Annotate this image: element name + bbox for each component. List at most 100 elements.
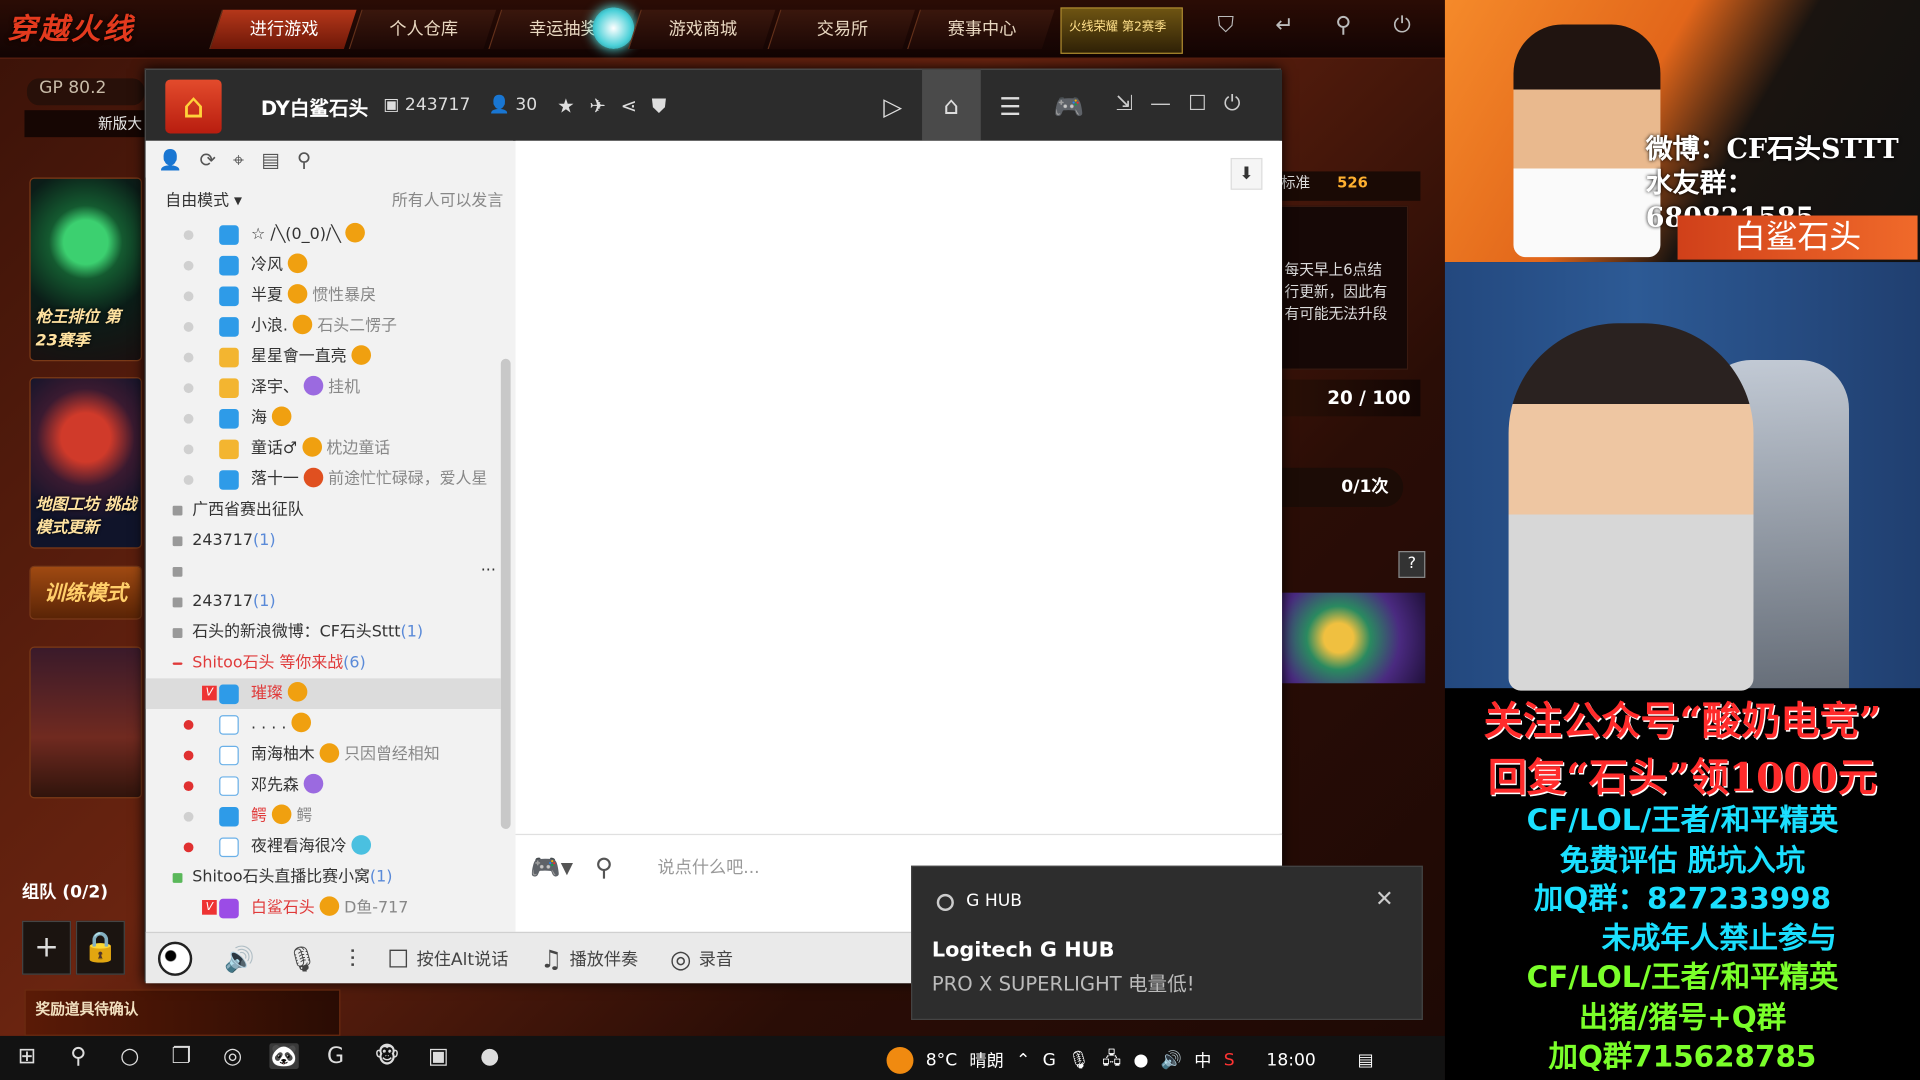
power-icon[interactable]: ⏻	[1224, 92, 1240, 116]
shield-icon[interactable]: ⛊	[652, 94, 667, 118]
app-icon[interactable]: ●	[475, 1043, 504, 1069]
subchannel-item[interactable]: 石头的新浪微博：CF石头Sttt(1)	[146, 617, 501, 648]
clock[interactable]: 18:00	[1266, 1051, 1315, 1071]
weather-temp[interactable]: 8°C	[926, 1051, 957, 1071]
list-item[interactable]: 夜裡看海很冷	[146, 831, 501, 862]
list-item[interactable]: 冷风	[146, 250, 501, 281]
close-icon[interactable]: ✕	[1375, 887, 1393, 913]
tab-game-store[interactable]: 游戏商城	[627, 9, 776, 49]
return-icon[interactable]: ↵	[1271, 12, 1298, 39]
download-icon[interactable]: ⇲	[1116, 92, 1133, 116]
user-icon[interactable]: 👤	[158, 148, 182, 171]
equalizer-icon[interactable]: ⫶	[349, 943, 355, 972]
more-options-icon[interactable]: ...	[481, 551, 496, 582]
list-item[interactable]: 南海柚木 只因曾经相知	[146, 740, 501, 771]
app-icon[interactable]: 🐵	[372, 1043, 401, 1069]
video-icon[interactable]: ▷	[863, 87, 922, 126]
list-item[interactable]: 半夏 惯性暴戾	[146, 280, 501, 311]
speaker-icon[interactable]: 🔊	[224, 943, 254, 972]
add-team-button[interactable]: +	[22, 920, 72, 975]
search-icon[interactable]: ⚲	[64, 1043, 93, 1069]
record-button[interactable]: ◎ 录音	[670, 943, 733, 972]
list-item[interactable]: 星星會一直亮	[146, 342, 501, 373]
chrome-icon[interactable]: G	[321, 1043, 350, 1069]
shield-icon[interactable]: ⛉	[1212, 12, 1239, 39]
ghub-notification[interactable]: G HUB ✕ Logitech G HUB PRO X SUPERLIGHT …	[911, 865, 1423, 1021]
gamepad-icon[interactable]: 🎮▾	[530, 852, 573, 881]
list-item[interactable]: 童话♂ 枕边童话	[146, 433, 501, 464]
tab-play-game[interactable]: 进行游戏	[209, 9, 357, 49]
wrench-icon[interactable]: ⚲	[1330, 12, 1357, 39]
volume-icon[interactable]: 🔊	[1161, 1051, 1182, 1071]
training-mode-button[interactable]: 训练模式	[29, 565, 143, 620]
weather-icon[interactable]	[886, 1046, 914, 1074]
ime-indicator[interactable]: 中	[1194, 1048, 1211, 1072]
notes-icon[interactable]: ▤	[261, 148, 280, 171]
power-icon[interactable]: ⏻	[1389, 12, 1416, 39]
refresh-icon[interactable]: ⟳	[199, 148, 215, 171]
mode-dropdown[interactable]: 自由模式 ▾	[165, 192, 242, 210]
microphone-icon[interactable]: 🎙	[286, 943, 317, 972]
list-item[interactable]: 小浪. 石头二愣子	[146, 311, 501, 342]
list-item[interactable]: 鳄鳄	[146, 801, 501, 832]
checkbox-icon[interactable]: ☐	[387, 943, 409, 972]
channel-home-icon[interactable]: ⌂	[165, 79, 222, 134]
chat-input[interactable]: 说点什么吧...	[658, 855, 760, 879]
subchannel-item[interactable]: 243717(1)	[146, 587, 501, 618]
notification-center-icon[interactable]: ▤	[1357, 1051, 1373, 1071]
cortana-icon[interactable]: ○	[115, 1043, 144, 1069]
star-icon[interactable]: ★	[557, 94, 575, 118]
list-item[interactable]: ☆ /╲(0_0)/╲	[146, 219, 501, 250]
list-item[interactable]: 海	[146, 403, 501, 434]
subchannel-item-active[interactable]: Shitoo石头 等你来战(6)	[146, 648, 501, 679]
lucky-draw-badge-icon[interactable]	[592, 7, 635, 49]
search-icon[interactable]: ⚲	[297, 148, 311, 171]
ghub-tray-icon[interactable]: G	[1043, 1051, 1056, 1071]
avatar[interactable]	[157, 941, 193, 976]
gamepad-icon[interactable]: 🎮	[1040, 87, 1099, 126]
lock-team-button[interactable]: 🔒	[75, 920, 125, 975]
map-workshop-card[interactable]: 地图工坊 挑战模式更新	[29, 377, 143, 549]
minimize-icon[interactable]: —	[1150, 92, 1171, 116]
app-icon[interactable]: ◎	[218, 1043, 247, 1069]
subchannel-item[interactable]: 广西省赛出征队	[146, 495, 501, 526]
window-app-icon[interactable]: ▣	[424, 1043, 453, 1069]
list-item[interactable]: V 白鲨石头 D鱼-717	[146, 893, 501, 924]
list-item[interactable]: 泽宇、 挂机	[146, 372, 501, 403]
reward-image[interactable]	[1280, 592, 1426, 684]
promo-card[interactable]	[29, 646, 143, 799]
subchannel-item[interactable]: 243717(1)	[146, 525, 501, 556]
task-view-icon[interactable]: ❐	[167, 1043, 196, 1069]
tab-exchange[interactable]: 交易所	[767, 9, 915, 49]
subchannel-item[interactable]: Shitoo石头直播比赛小窝(1)	[146, 862, 501, 893]
share-icon[interactable]: ⋖	[621, 94, 637, 118]
weather-desc[interactable]: 晴朗	[969, 1048, 1003, 1072]
chevron-up-icon[interactable]: ⌃	[1016, 1051, 1030, 1071]
translate-icon[interactable]: ⚲	[595, 852, 613, 881]
scroll-to-bottom-icon[interactable]: ⬇	[1230, 157, 1263, 190]
member-list-scrollbar[interactable]	[500, 358, 511, 829]
help-button[interactable]: ?	[1398, 551, 1426, 578]
list-item[interactable]: 邓先森	[146, 770, 501, 801]
home-icon[interactable]: ⌂	[922, 69, 981, 141]
list-item[interactable]: . . . .	[146, 709, 501, 740]
app-tray-icon[interactable]: ●	[1134, 1051, 1149, 1071]
plane-icon[interactable]: ✈	[589, 94, 605, 118]
maximize-icon[interactable]: ☐	[1188, 92, 1207, 116]
music-button[interactable]: ♫ 播放伴奏	[540, 943, 638, 972]
ranked-card[interactable]: 枪王排位 第23赛季	[29, 177, 143, 362]
event-banner[interactable]: 火线荣耀 第2赛季	[1060, 7, 1183, 54]
location-icon[interactable]: ⌖	[233, 148, 244, 171]
list-item-selected[interactable]: V 璀璨	[145, 678, 501, 709]
yy-app-icon[interactable]: 🐼	[269, 1043, 299, 1069]
list-icon[interactable]: ☰	[981, 87, 1040, 126]
tab-warehouse[interactable]: 个人仓库	[348, 9, 497, 49]
alt-talk-toggle[interactable]: ☐ 按住Alt说话	[387, 943, 508, 972]
windows-start-icon[interactable]: ⊞	[12, 1043, 41, 1069]
list-item[interactable]: 落十一 前途忙忙碌碌，爱人星	[146, 464, 501, 495]
subchannel-item[interactable]: ...	[146, 556, 501, 587]
tab-events-center[interactable]: 赛事中心	[907, 9, 1055, 49]
reward-pending-bar[interactable]: 奖励道具待确认	[24, 989, 341, 1036]
network-icon[interactable]: 🖧	[1102, 1046, 1121, 1075]
sogou-icon[interactable]: S	[1224, 1051, 1235, 1071]
